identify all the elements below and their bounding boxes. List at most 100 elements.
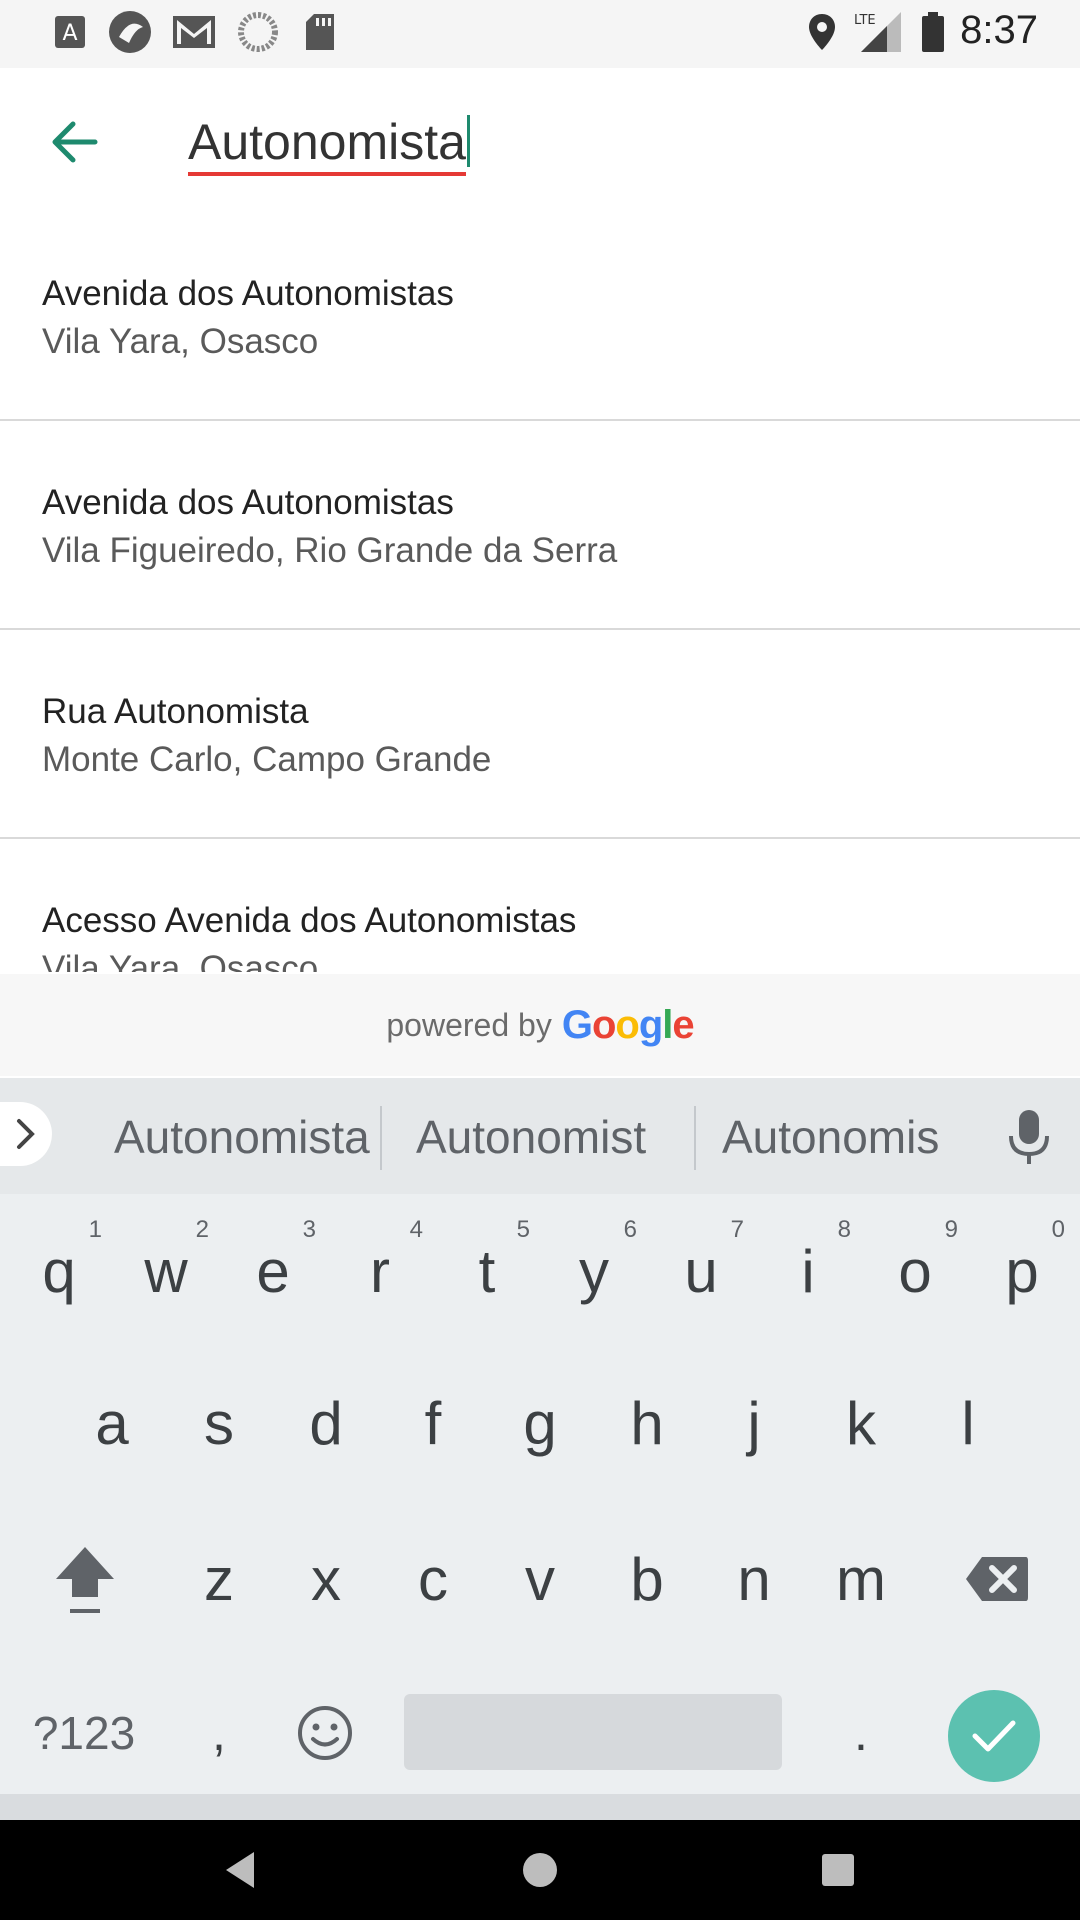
suggestion-divider: [694, 1106, 696, 1170]
nav-recents-icon[interactable]: [820, 1852, 856, 1888]
result-title: Rua Autonomista: [42, 692, 309, 731]
logo-letter: g: [638, 1002, 663, 1047]
search-input[interactable]: Autonomista: [188, 112, 470, 176]
key-label: b: [630, 1545, 664, 1613]
key-j[interactable]: j: [709, 1368, 799, 1478]
keyboard-bottom-strip: [0, 1794, 1080, 1820]
key-r[interactable]: r4: [335, 1216, 425, 1326]
result-subtitle: Vila Figueiredo, Rio Grande da Serra: [42, 531, 618, 570]
enter-button[interactable]: [948, 1690, 1040, 1782]
key-label: l: [961, 1389, 975, 1457]
key-c[interactable]: c: [388, 1524, 478, 1634]
key-label: w: [144, 1237, 188, 1305]
status-bar: A LTE 8:37: [0, 0, 1080, 68]
suggestion-item[interactable]: Autonomist: [416, 1110, 646, 1164]
key-z[interactable]: z: [174, 1524, 264, 1634]
key-label: e: [256, 1237, 290, 1305]
result-title: Acesso Avenida dos Autonomistas: [42, 901, 577, 940]
battery-icon: [918, 12, 948, 52]
logo-letter: G: [561, 1002, 593, 1047]
comma-key[interactable]: ,: [174, 1678, 264, 1788]
result-subtitle: Vila Yara, Osasco: [42, 949, 319, 972]
key-label: y: [579, 1237, 609, 1305]
list-item[interactable]: Avenida dos Autonomistas Vila Figueiredo…: [0, 421, 1080, 630]
key-i[interactable]: i8: [763, 1216, 853, 1326]
svg-text:LTE: LTE: [854, 13, 876, 28]
key-a[interactable]: a: [67, 1368, 157, 1478]
key-q[interactable]: q1: [14, 1216, 104, 1326]
shift-key[interactable]: [40, 1524, 130, 1634]
key-u[interactable]: u7: [656, 1216, 746, 1326]
key-label: p: [1005, 1237, 1039, 1305]
key-label: v: [525, 1545, 555, 1613]
key-d[interactable]: d: [281, 1368, 371, 1478]
key-label: q: [42, 1237, 76, 1305]
key-m[interactable]: m: [816, 1524, 906, 1634]
key-label: r: [370, 1237, 390, 1305]
key-label: u: [684, 1237, 718, 1305]
list-item[interactable]: Rua Autonomista Monte Carlo, Campo Grand…: [0, 630, 1080, 839]
navigation-bar: [0, 1820, 1080, 1920]
key-g[interactable]: g: [495, 1368, 585, 1478]
nav-home-icon[interactable]: [520, 1850, 560, 1890]
shift-icon: [56, 1547, 114, 1613]
back-button[interactable]: [40, 108, 108, 176]
suggestion-divider: [380, 1106, 382, 1170]
backspace-key[interactable]: [952, 1524, 1042, 1634]
suggestion-item[interactable]: Autonomista: [114, 1110, 370, 1164]
key-f[interactable]: f: [388, 1368, 478, 1478]
key-label: m: [836, 1545, 886, 1613]
key-hint: 4: [409, 1216, 423, 1243]
key-label: h: [630, 1389, 664, 1457]
key-label: a: [95, 1389, 129, 1457]
key-w[interactable]: w2: [121, 1216, 211, 1326]
key-label: c: [418, 1545, 448, 1613]
key-x[interactable]: x: [281, 1524, 371, 1634]
period-key[interactable]: .: [816, 1678, 906, 1788]
key-n[interactable]: n: [709, 1524, 799, 1634]
symbols-key[interactable]: ?123: [22, 1678, 146, 1788]
nav-back-icon[interactable]: [222, 1850, 258, 1890]
key-label: z: [204, 1545, 234, 1613]
key-hint: 0: [1051, 1216, 1065, 1243]
gmail-icon: [170, 12, 218, 52]
sd-card-icon: [302, 12, 338, 52]
emoji-icon: [298, 1706, 352, 1760]
result-subtitle: Monte Carlo, Campo Grande: [42, 740, 492, 779]
result-title: Avenida dos Autonomistas: [42, 483, 454, 522]
search-header: Autonomista: [0, 68, 1080, 208]
key-l[interactable]: l: [923, 1368, 1013, 1478]
emoji-key[interactable]: [280, 1678, 370, 1788]
key-k[interactable]: k: [816, 1368, 906, 1478]
result-title: Avenida dos Autonomistas: [42, 274, 454, 313]
key-hint: 5: [516, 1216, 530, 1243]
expand-suggestions-button[interactable]: [0, 1102, 52, 1166]
key-label: k: [846, 1389, 876, 1457]
powered-by-text: powered by: [386, 1006, 552, 1043]
status-time: 8:37: [960, 8, 1038, 52]
key-b[interactable]: b: [602, 1524, 692, 1634]
logo-letter: o: [615, 1002, 639, 1047]
list-item[interactable]: Acesso Avenida dos Autonomistas Vila Yar…: [0, 839, 1080, 972]
key-y[interactable]: y6: [549, 1216, 639, 1326]
key-h[interactable]: h: [602, 1368, 692, 1478]
suggestion-item[interactable]: Autonomis: [722, 1110, 939, 1164]
key-hint: 1: [88, 1216, 102, 1243]
microphone-icon[interactable]: [1004, 1108, 1054, 1168]
space-bar[interactable]: [404, 1694, 782, 1770]
key-e[interactable]: e3: [228, 1216, 318, 1326]
key-t[interactable]: t5: [442, 1216, 532, 1326]
key-hint: 7: [730, 1216, 744, 1243]
key-hint: 8: [837, 1216, 851, 1243]
key-v[interactable]: v: [495, 1524, 585, 1634]
key-label: d: [309, 1389, 343, 1457]
key-s[interactable]: s: [174, 1368, 264, 1478]
key-o[interactable]: o9: [870, 1216, 960, 1326]
key-hint: 3: [302, 1216, 316, 1243]
google-logo: Google: [561, 1002, 695, 1048]
key-p[interactable]: p0: [977, 1216, 1067, 1326]
list-item[interactable]: Avenida dos Autonomistas Vila Yara, Osas…: [0, 212, 1080, 421]
logo-letter: l: [662, 1002, 673, 1047]
logo-letter: e: [672, 1002, 694, 1047]
suggestion-strip: Autonomista Autonomist Autonomis: [0, 1078, 1080, 1194]
